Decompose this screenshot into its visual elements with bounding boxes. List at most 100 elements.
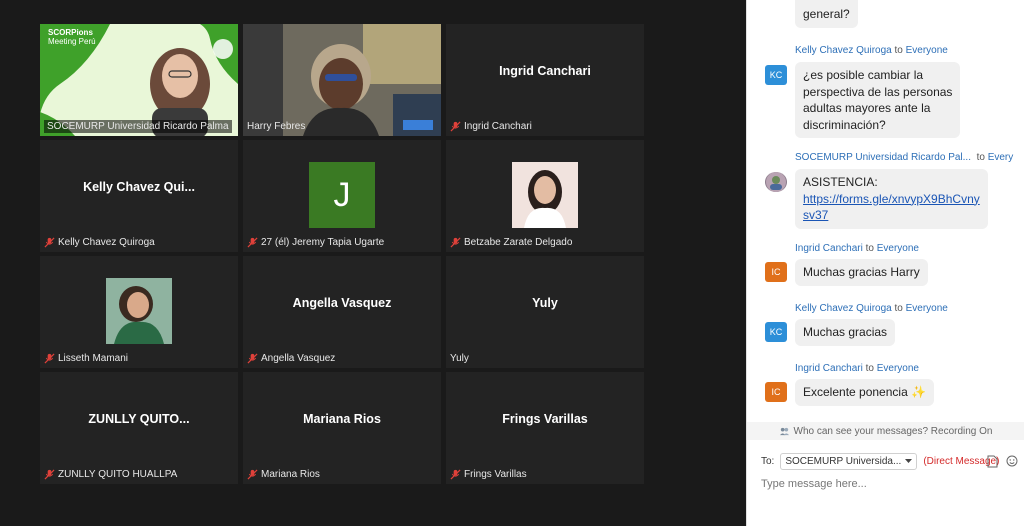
chat-message-bubble: general? <box>795 0 858 28</box>
mic-muted-icon <box>44 236 55 248</box>
participant-name: Betzabe Zarate Delgado <box>464 236 573 248</box>
participant-label: Kelly Chavez Quiroga <box>44 235 155 249</box>
sender-name[interactable]: Ingrid Canchari <box>795 243 863 254</box>
message-line: Muchas gracias <box>803 325 888 339</box>
recipient-name: Everyone <box>905 45 948 56</box>
mic-muted-icon <box>247 352 258 364</box>
participant-display-name: Angella Vasquez <box>292 296 392 310</box>
mic-muted-icon <box>450 468 461 480</box>
emoji-icon[interactable] <box>1006 455 1018 467</box>
to-text: to <box>865 243 874 254</box>
sparkles-emoji: ✨ <box>911 385 927 399</box>
video-tile-zunlly[interactable]: ZUNLLY QUITO... ZUNLLY QUITO HUALLPA <box>40 372 238 484</box>
participant-name: Harry Febres <box>247 120 306 132</box>
mic-muted-icon <box>44 468 55 480</box>
participant-name: Angella Vasquez <box>261 352 336 364</box>
video-tile-mariana[interactable]: Mariana Rios Mariana Rios <box>243 372 441 484</box>
participant-label: Lisseth Mamani <box>44 351 128 365</box>
message-line: ASISTENCIA: <box>803 175 878 189</box>
participant-display-name: Yuly <box>532 296 558 310</box>
message-header: Ingrid Canchari to Everyone <box>795 243 919 254</box>
participant-display-name: ZUNLLY QUITO... <box>88 412 190 426</box>
privacy-notice[interactable]: Who can see your messages? Recording On <box>747 422 1024 440</box>
participant-display-name: Kelly Chavez Qui... <box>83 180 195 194</box>
video-tile-jeremy[interactable]: J 27 (él) Jeremy Tapia Ugarte <box>243 140 441 252</box>
profile-photo <box>106 278 172 344</box>
message-line: Excelente ponencia <box>803 385 908 399</box>
chevron-down-icon <box>905 459 913 463</box>
participant-label: Mariana Rios <box>247 467 320 481</box>
message-line: adultas mayores ante la <box>803 101 931 115</box>
sender-name[interactable]: SOCEMURP Universidad Ricardo Pal... <box>795 152 971 163</box>
participant-label: SOCEMURP Universidad Ricardo Palma <box>44 119 232 133</box>
profile-photo <box>512 162 578 228</box>
participant-label: 27 (él) Jeremy Tapia Ugarte <box>247 235 384 249</box>
banner-title: SCORPions <box>48 28 93 37</box>
attendance-link-cont[interactable]: sv37 <box>803 208 828 222</box>
sender-name[interactable]: Kelly Chavez Quiroga <box>795 303 892 314</box>
video-tile-harry[interactable]: Harry Febres <box>243 24 441 136</box>
message-header: Ingrid Canchari to Everyone <box>795 363 919 374</box>
participant-label: Harry Febres <box>247 119 305 133</box>
profile-photo-image <box>512 162 578 228</box>
message-line: ¿es posible cambiar la <box>803 68 924 82</box>
chat-message-bubble: ASISTENCIA: https://forms.gle/xnvypX9BhC… <box>795 169 988 229</box>
recipient-select-value: SOCEMURP Universida... <box>785 456 902 467</box>
message-header: Kelly Chavez Quiroga to Everyone <box>795 45 948 56</box>
participant-label: Angella Vasquez <box>247 351 335 365</box>
message-header: SOCEMURP Universidad Ricardo Pal... to E… <box>795 152 1013 163</box>
participant-name: Kelly Chavez Quiroga <box>58 236 155 248</box>
video-tile-frings[interactable]: Frings Varillas Frings Varillas <box>446 372 644 484</box>
message-input[interactable]: Type message here... <box>761 478 867 490</box>
people-icon <box>779 427 789 435</box>
attendance-link[interactable]: https://forms.gle/xnvypX9BhCvny <box>803 192 980 206</box>
video-tile-yuly[interactable]: Yuly Yuly <box>446 256 644 368</box>
participant-name: Ingrid Canchari <box>464 120 532 132</box>
sender-name[interactable]: Kelly Chavez Quiroga <box>795 45 892 56</box>
to-text: to <box>894 303 903 314</box>
participant-name: Frings Varillas <box>464 468 527 480</box>
participant-label: Yuly <box>450 351 469 365</box>
video-tile-kelly[interactable]: Kelly Chavez Qui... Kelly Chavez Quiroga <box>40 140 238 252</box>
message-header: Kelly Chavez Quiroga to Everyone <box>795 303 948 314</box>
mic-muted-icon <box>450 120 461 132</box>
avatar: KC <box>765 65 787 85</box>
video-tile-angella[interactable]: Angella Vasquez Angella Vasquez <box>243 256 441 368</box>
mic-muted-icon <box>44 352 55 364</box>
video-tile-ingrid[interactable]: Ingrid Canchari Ingrid Canchari <box>446 24 644 136</box>
avatar: J <box>309 162 375 228</box>
profile-photo-image <box>106 278 172 344</box>
recipient-name: Everyone <box>876 243 919 254</box>
chat-message-bubble: Muchas gracias <box>795 319 896 346</box>
to-label: To: <box>761 456 775 467</box>
participant-label: Frings Varillas <box>450 467 527 481</box>
participant-name: SOCEMURP Universidad Ricardo Palma <box>47 120 229 132</box>
sender-name[interactable]: Ingrid Canchari <box>795 363 863 374</box>
recipient-select[interactable]: SOCEMURP Universida... <box>780 453 918 470</box>
participant-name: Yuly <box>450 352 469 364</box>
participant-display-name: Frings Varillas <box>502 412 588 426</box>
avatar <box>765 172 787 192</box>
mic-muted-icon <box>247 236 258 248</box>
participant-display-name: Ingrid Canchari <box>499 64 591 78</box>
to-text: to <box>894 45 903 56</box>
avatar: KC <box>765 322 787 342</box>
recipient-name: Everyone <box>876 363 919 374</box>
participant-label: ZUNLLY QUITO HUALLPA <box>44 467 177 481</box>
participant-name: Mariana Rios <box>261 468 320 480</box>
recipient-row: To: SOCEMURP Universida... (Direct Messa… <box>761 453 999 470</box>
video-tile-socemurp[interactable]: SCORPions Meeting Perú SOCEMURP Universi… <box>40 24 238 136</box>
mic-muted-icon <box>450 236 461 248</box>
recipient-name: Everyone <box>905 303 948 314</box>
chat-tools <box>987 455 1018 468</box>
gallery-view: SCORPions Meeting Perú SOCEMURP Universi… <box>0 0 746 526</box>
message-line: perspectiva de las personas <box>803 84 953 99</box>
message-line: discriminación? <box>803 117 886 132</box>
video-tile-betzabe[interactable]: Betzabe Zarate Delgado <box>446 140 644 252</box>
message-text: general? <box>803 7 850 21</box>
banner-logo: SCORPions Meeting Perú <box>48 28 96 46</box>
participant-display-name: Mariana Rios <box>303 412 381 426</box>
file-icon[interactable] <box>987 455 998 468</box>
to-text: to <box>865 363 874 374</box>
video-tile-lisseth[interactable]: Lisseth Mamani <box>40 256 238 368</box>
